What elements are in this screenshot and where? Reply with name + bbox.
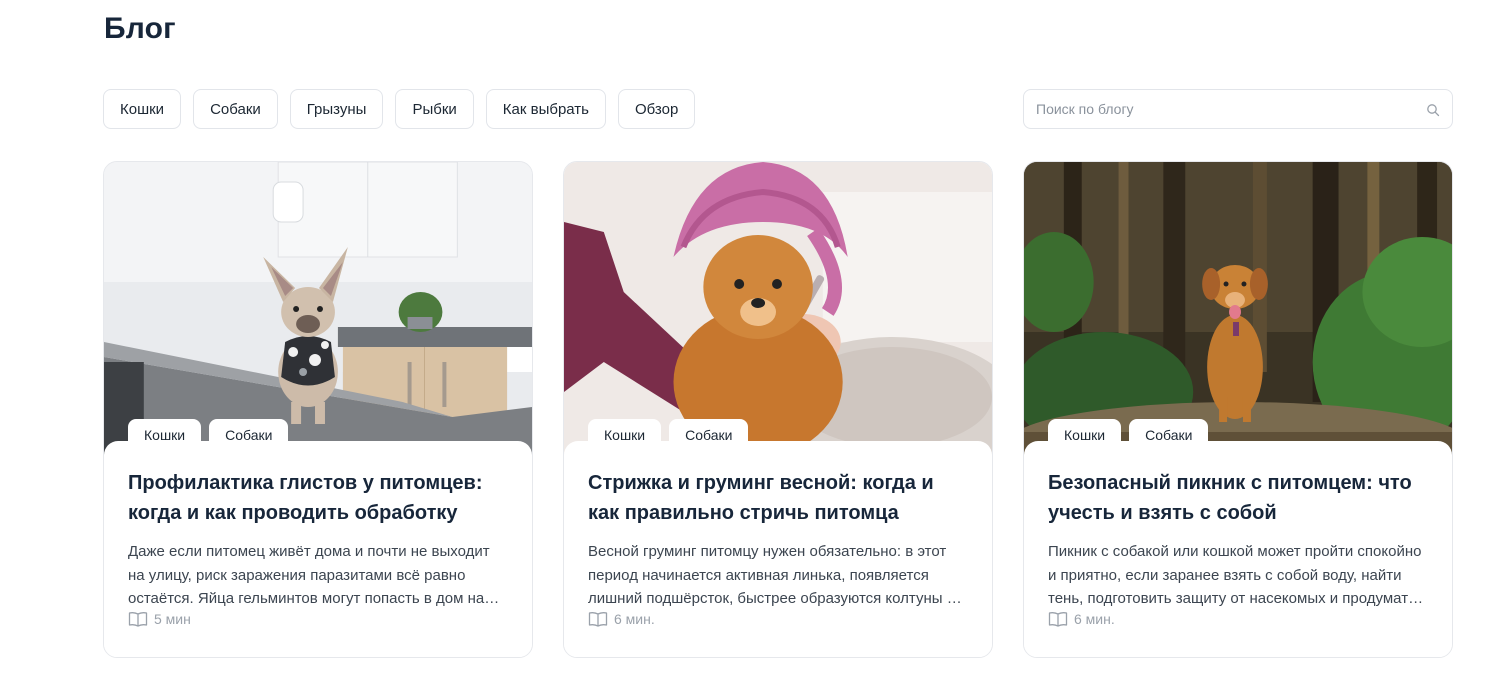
card-tag[interactable]: Кошки xyxy=(1048,419,1122,451)
card-tags: Кошки Собаки xyxy=(1048,419,1209,451)
read-time-value: 5 мин xyxy=(154,610,191,627)
book-icon xyxy=(128,611,148,627)
card-tag[interactable]: Собаки xyxy=(209,419,289,451)
card-description: Пикник с собакой или кошкой может пройти… xyxy=(1048,543,1422,607)
read-time-value: 6 мин. xyxy=(614,610,655,627)
card-title[interactable]: Профилактика глистов у питомцев: когда и… xyxy=(128,468,508,528)
filter-chip-review[interactable]: Обзор xyxy=(618,89,696,129)
card-image-forest-dog xyxy=(1024,162,1452,462)
card-title[interactable]: Безопасный пикник с питомцем: что учесть… xyxy=(1048,468,1428,528)
card-title[interactable]: Стрижка и груминг весной: когда и как пр… xyxy=(588,468,968,528)
blog-card[interactable]: Кошки Собаки Безопасный пикник с питомце… xyxy=(1023,161,1453,658)
blog-search xyxy=(1023,89,1453,129)
card-tags: Кошки Собаки xyxy=(128,419,289,451)
read-time: 5 мин xyxy=(128,611,508,627)
blog-card-grid: Кошки Собаки Профилактика глистов у пито… xyxy=(103,161,1453,658)
card-description: Даже если питомец живёт дома и почти не … xyxy=(128,543,490,607)
card-tag[interactable]: Кошки xyxy=(588,419,662,451)
card-tag[interactable]: Собаки xyxy=(1129,419,1209,451)
card-description: Весной груминг питомцу нужен обязательно… xyxy=(588,543,956,607)
card-body: Стрижка и груминг весной: когда и как пр… xyxy=(564,441,992,657)
page-title: Блог xyxy=(104,12,176,45)
card-body: Профилактика глистов у питомцев: когда и… xyxy=(104,441,532,657)
search-icon[interactable] xyxy=(1426,103,1440,117)
read-time: 6 мин. xyxy=(588,611,968,627)
filter-chip-how-to-choose[interactable]: Как выбрать xyxy=(485,89,606,129)
read-time-value: 6 мин. xyxy=(1074,610,1115,627)
filter-chip-fish[interactable]: Рыбки xyxy=(395,89,474,129)
category-filters: Кошки Собаки Грызуны Рыбки Как выбрать О… xyxy=(103,89,696,129)
card-tag[interactable]: Собаки xyxy=(669,419,749,451)
card-tag[interactable]: Кошки xyxy=(128,419,202,451)
card-body: Безопасный пикник с питомцем: что учесть… xyxy=(1024,441,1452,657)
search-input[interactable] xyxy=(1024,90,1452,128)
filter-chip-rodents[interactable]: Грызуны xyxy=(289,89,384,129)
book-icon xyxy=(1048,611,1068,627)
blog-card[interactable]: Кошки Собаки Стрижка и груминг весной: к… xyxy=(563,161,993,658)
card-image-pomeranian xyxy=(564,162,992,462)
filter-chip-dogs[interactable]: Собаки xyxy=(193,89,278,129)
book-icon xyxy=(588,611,608,627)
card-tags: Кошки Собаки xyxy=(588,419,749,451)
card-image-french-bulldog xyxy=(104,162,532,462)
read-time: 6 мин. xyxy=(1048,611,1428,627)
filter-chip-cats[interactable]: Кошки xyxy=(103,89,182,129)
blog-card[interactable]: Кошки Собаки Профилактика глистов у пито… xyxy=(103,161,533,658)
